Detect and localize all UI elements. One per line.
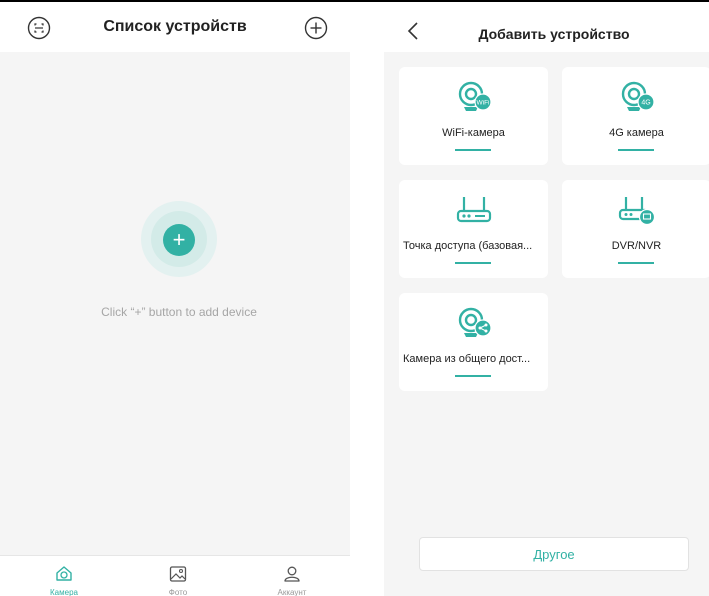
- empty-hint: Click “+” button to add device: [101, 305, 257, 319]
- card-underline: [455, 262, 491, 264]
- other-device-button[interactable]: Другое: [419, 537, 689, 571]
- wifi-badge-text: WiFi: [477, 100, 490, 107]
- wifi-camera-icon: WiFi: [458, 81, 492, 111]
- 4g-camera-icon: 4G: [621, 81, 655, 111]
- dvr-nvr-icon: [618, 197, 656, 226]
- 4g-badge-text: 4G: [641, 100, 650, 107]
- page-title: Добавить устройство: [478, 26, 630, 42]
- camera-home-icon: [56, 566, 72, 581]
- scan-icon[interactable]: [27, 16, 51, 40]
- tab-account[interactable]: Аккаунт: [252, 556, 332, 596]
- device-card-access-point[interactable]: Точка доступа (базовая...: [399, 180, 548, 278]
- chevron-left-icon[interactable]: [406, 21, 420, 41]
- add-circle-icon[interactable]: [304, 16, 328, 40]
- add-device-screen: Добавить устройство WiFi WiFi-камера 4G …: [384, 2, 709, 596]
- card-underline: [455, 149, 491, 151]
- account-icon: [284, 566, 300, 582]
- device-list-screen: Список устройств + Click “+” button to a…: [0, 2, 350, 596]
- device-card-label: WiFi-камера: [442, 127, 505, 139]
- add-device-button[interactable]: +: [163, 224, 195, 256]
- device-card-dvr-nvr[interactable]: DVR/NVR: [562, 180, 709, 278]
- tab-account-label: Аккаунт: [277, 588, 307, 596]
- device-card-wifi-camera[interactable]: WiFi WiFi-камера: [399, 67, 548, 165]
- page-title: Список устройств: [103, 18, 247, 35]
- card-underline: [455, 375, 491, 377]
- card-underline: [618, 149, 654, 151]
- tab-photo-label: Фото: [168, 588, 188, 596]
- tab-photo[interactable]: Фото: [138, 556, 218, 596]
- tab-camera[interactable]: Камера: [24, 556, 104, 596]
- device-card-label: DVR/NVR: [611, 240, 662, 252]
- access-point-icon: [456, 197, 492, 223]
- card-underline: [618, 262, 654, 264]
- device-card-label: Камера из общего дост...: [403, 353, 531, 365]
- shared-camera-icon: [458, 307, 492, 337]
- device-card-shared-camera[interactable]: Камера из общего дост...: [399, 293, 548, 391]
- bottom-tab-bar: Камера Фото Аккаунт: [0, 555, 350, 596]
- device-card-label: 4G камера: [609, 127, 664, 139]
- tab-camera-label: Камера: [50, 588, 78, 596]
- photo-icon: [169, 566, 187, 582]
- device-card-4g-camera[interactable]: 4G 4G камера: [562, 67, 709, 165]
- device-list-header: Список устройств: [0, 2, 350, 52]
- device-card-label: Точка доступа (базовая...: [403, 240, 533, 252]
- add-device-header: Добавить устройство: [384, 2, 709, 52]
